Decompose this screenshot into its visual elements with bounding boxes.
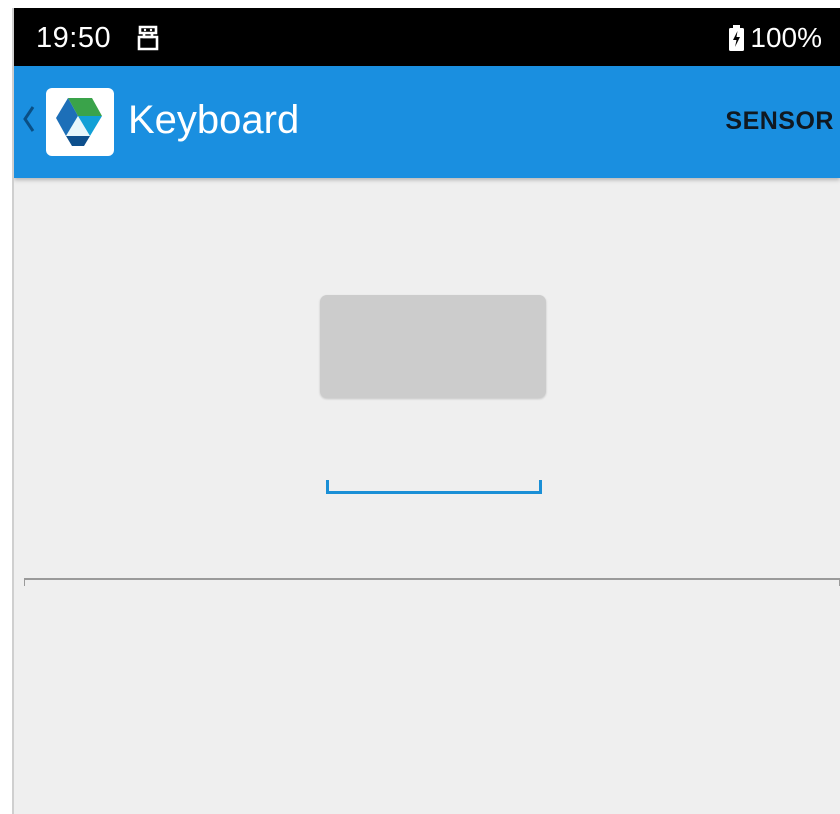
app-logo-icon[interactable]: [46, 88, 114, 156]
main-content: [14, 178, 840, 814]
status-bar: 19:50 100%: [14, 8, 840, 66]
battery-charging-icon: [729, 25, 745, 51]
text-input-field[interactable]: [326, 480, 542, 494]
chevron-left-icon[interactable]: [22, 104, 36, 134]
battery-percent: 100%: [750, 22, 822, 53]
divider: [24, 578, 840, 586]
usb-debug-icon: [136, 24, 160, 52]
app-bar: Keyboard SENSOR: [14, 66, 840, 178]
action-button[interactable]: [320, 295, 546, 398]
status-time: 19:50: [36, 22, 112, 54]
sensor-button[interactable]: SENSOR: [725, 106, 834, 136]
device-screen: 19:50 100% Keyboard SENSOR: [12, 8, 840, 814]
page-title: Keyboard: [128, 98, 300, 142]
status-right-group: 100%: [729, 21, 822, 55]
